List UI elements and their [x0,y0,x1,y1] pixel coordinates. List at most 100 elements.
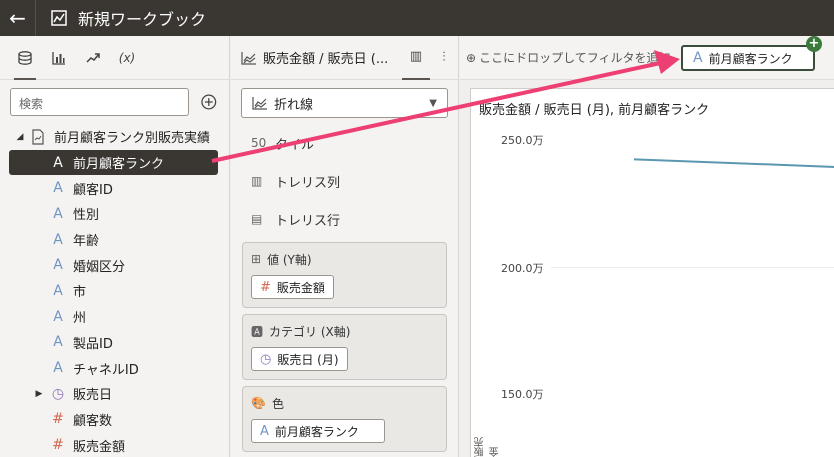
measure-hash-icon: # [52,411,64,428]
bar-chart-icon [52,51,65,65]
attribute-icon: A [53,231,63,248]
attribute-box-icon: 🅰 [251,324,264,339]
grammar-panel: 販売金額 / 販売日 (... ▥ ⫶ 折れ線 ▼ 50 タイル ▥ トレリス列… [231,36,459,457]
trend-arrow-icon [86,52,100,63]
tree-item-age[interactable]: A 年齢 [0,227,229,253]
tree-item-marital-status[interactable]: A 婚姻区分 [0,252,229,278]
attribute-icon: A [693,50,703,66]
attribute-icon: A [53,180,63,197]
tree-item-prev-month-rank[interactable]: A 前月顧客ランク [9,149,218,176]
chart-plot-area [633,158,834,168]
attribute-icon: A [53,360,63,377]
dataset-icon [32,129,44,145]
sales-amount-pill[interactable]: # 販売金額 [251,275,334,299]
data-element-tree: ◢ 前月顧客ランク別販売実績 A 前月顧客ランク A 顧客ID A 性別 A 年… [0,124,229,457]
category-x-axis-box[interactable]: 🅰 カテゴリ (X軸) ◷ 販売日 (月) [242,314,447,380]
data-panel-tabs: (x) [0,36,229,80]
filter-drop-zone[interactable]: ⊕ ここにドロップしてフィルタを追加 [466,49,670,66]
line-chart-icon [241,51,256,65]
tab-calculations[interactable]: (x) [110,36,144,80]
dataset-name: 前月顧客ランク別販売実績 [54,131,211,147]
dragging-prev-month-rank-pill[interactable]: A 前月顧客ランク [681,45,815,71]
values-y-axis-box[interactable]: ⊞ 値 (Y軸) # 販売金額 [242,242,447,308]
tree-item-label: 婚姻区分 [73,259,126,275]
add-circle-icon: ⊕ [466,50,477,65]
tree-item-state[interactable]: A 州 [0,304,229,330]
values-y-axis-title: 値 (Y軸) [267,252,312,267]
tree-item-label: 州 [73,311,87,327]
filter-bar[interactable]: ⊕ ここにドロップしてフィルタを追加 A 前月顧客ランク + [460,36,834,80]
tree-item-label: 顧客数 [73,413,113,429]
tree-item-product-id[interactable]: A 製品ID [0,330,229,356]
color-title: 色 [271,396,284,411]
back-arrow-icon: ← [9,6,26,30]
hash-box-icon: ⊞ [251,252,262,266]
tile-drop-target[interactable]: 50 タイル [231,124,458,162]
tab-visualizations[interactable] [42,36,76,80]
attribute-icon: A [53,334,63,351]
trellis-columns-label: トレリス列 [275,175,341,191]
line-chart-icon [252,97,267,110]
tile-label: タイル [275,137,315,153]
measure-hash-icon: # [260,279,271,295]
fields-layout-icon[interactable]: ▥ [402,36,430,80]
pill-label: 前月顧客ランク [274,424,359,439]
calculation-icon: (x) [118,50,136,65]
database-icon [18,50,32,65]
tree-item-city[interactable]: A 市 [0,278,229,304]
attribute-icon: A [53,205,63,222]
tile-icon: 50 [251,136,267,150]
top-bar: ← 新規ワークブック [0,0,834,36]
trellis-columns-icon: ▥ [251,174,263,188]
category-x-axis-title: カテゴリ (X軸) [269,324,351,339]
measure-hash-icon: # [52,437,64,454]
filter-drop-text: ここにドロップしてフィルタを追加 [479,51,671,65]
trellis-rows-icon: ▤ [251,212,263,226]
expand-triangle-icon[interactable]: ▶ [29,389,49,399]
workbook-icon [51,10,67,26]
color-box[interactable]: 🎨 色 A 前月顧客ランク [242,386,447,452]
tree-item-label: 顧客ID [73,182,113,198]
palette-icon: 🎨 [251,396,266,410]
clock-icon: ◷ [260,351,272,367]
tree-item-customer-count[interactable]: # 顧客数 [0,407,229,433]
search-input[interactable]: 検索 [10,88,190,116]
tab-analytics[interactable] [76,36,110,80]
tree-item-label: 製品ID [73,336,113,352]
back-button[interactable]: ← [0,0,36,36]
tree-item-channel-id[interactable]: A チャネルID [0,355,229,381]
collapse-triangle-icon[interactable]: ◢ [12,132,28,142]
prev-month-rank-pill[interactable]: A 前月顧客ランク [251,419,385,443]
tree-item-label: 販売日 [73,388,113,404]
tree-item-gender[interactable]: A 性別 [0,201,229,227]
sales-date-month-pill[interactable]: ◷ 販売日 (月) [251,347,348,371]
tree-item-label: チャネルID [73,362,139,378]
workbook-title: 新規ワークブック [78,10,207,29]
data-panel: (x) 検索 ◢ 前月顧客ランク別販売実績 A 前月顧客ランク A 顧客ID A… [0,36,230,457]
chart-type-select[interactable]: 折れ線 ▼ [241,88,448,118]
series-line [633,158,834,168]
trellis-rows-drop-target[interactable]: ▤ トレリス行 [231,200,458,238]
dataset-node[interactable]: ◢ 前月顧客ランク別販売実績 [0,124,229,150]
tree-item-customer-id[interactable]: A 顧客ID [0,175,229,201]
tree-item-label: 年齢 [73,234,100,250]
chart-type-value: 折れ線 [274,97,314,113]
attribute-icon: A [53,308,63,325]
attribute-icon: A [53,282,63,299]
trellis-columns-drop-target[interactable]: ▥ トレリス列 [231,162,458,200]
pill-label: 販売日 (月) [277,352,339,367]
trellis-rows-label: トレリス行 [275,213,341,229]
tab-data[interactable] [8,36,42,80]
grammar-header: 販売金額 / 販売日 (... ▥ ⫶ [231,36,458,80]
tree-item-label: 性別 [73,208,100,224]
chart-canvas[interactable]: 販売金額 / 販売日 (月), 前月顧客ランク 250.0万 200.0万 15… [470,88,834,457]
tree-item-sales-amount[interactable]: # 販売金額 [0,432,229,457]
tree-item-sales-date[interactable]: ▶ ◷ 販売日 [0,381,229,407]
tree-item-label: 市 [73,285,87,301]
tree-item-label: 販売金額 [73,439,126,455]
dropdown-caret-icon: ▼ [429,97,437,109]
attribute-icon: A [53,154,63,171]
properties-sliders-icon[interactable]: ⫶ [430,50,458,65]
add-data-button[interactable] [199,92,219,112]
visualization-title: 販売金額 / 販売日 (... [263,52,389,67]
